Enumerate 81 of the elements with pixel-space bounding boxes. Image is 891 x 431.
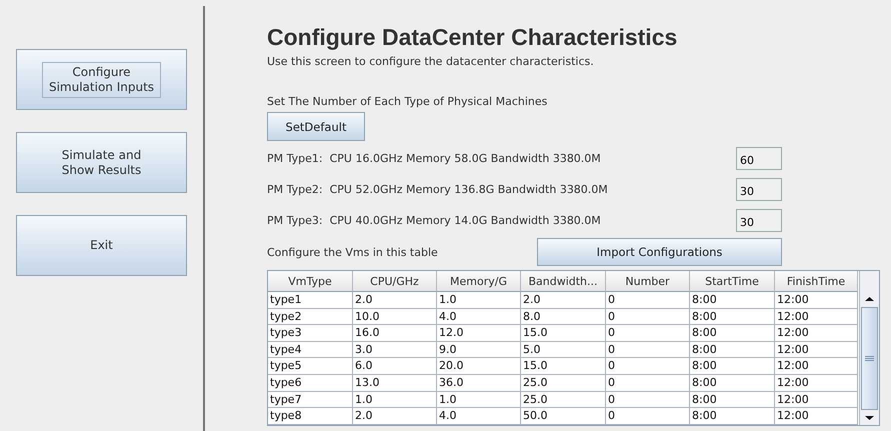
table-cell: 8:00 [690, 325, 775, 342]
scrollbar[interactable] [859, 271, 879, 425]
table-cell: 12:00 [775, 392, 858, 408]
table-cell: 8:00 [690, 358, 775, 375]
scroll-thumb[interactable] [861, 307, 878, 410]
table-cell: 0 [606, 342, 690, 358]
table-cell: 8:00 [690, 392, 775, 408]
table-cell: 2.0 [521, 292, 606, 309]
column-header[interactable]: StartTime [690, 271, 775, 292]
table-cell: 50.0 [521, 408, 606, 425]
table-cell: 12:00 [775, 408, 858, 425]
column-header[interactable]: VmType [268, 271, 353, 292]
page-subtitle: Use this screen to configure the datacenter characteristics. [267, 55, 595, 68]
table-cell: 13.0 [353, 374, 437, 392]
table-cell: 1.0 [437, 292, 521, 309]
table-cell: 12:00 [775, 308, 858, 326]
table-cell: 8:00 [690, 374, 775, 392]
table-cell: 0 [606, 325, 690, 342]
column-header[interactable]: Number [606, 271, 690, 292]
sidebar-button[interactable]: Simulate and Show Results [16, 132, 187, 193]
table-cell: 8:00 [690, 308, 775, 326]
sidebar-button[interactable]: Exit [16, 215, 187, 276]
table-cell: 16.0 [353, 325, 437, 342]
table-cell: 15.0 [521, 358, 606, 375]
table-cell: 12:00 [775, 358, 858, 375]
table-cell: type7 [268, 392, 353, 408]
table-cell: 12:00 [775, 292, 858, 309]
table-cell: 8.0 [521, 308, 606, 326]
machine-spec: PM Type2: CPU 52.0GHz Memory 136.8G Bandwidth 3380.0M [267, 183, 608, 196]
table-cell: type6 [268, 374, 353, 392]
section-label: Set The Number of Each Type of Physical Machines [267, 95, 548, 108]
table-cell: type4 [268, 342, 353, 358]
table-cell: 36.0 [437, 374, 521, 392]
table-cell: 8:00 [690, 342, 775, 358]
table-cell: type1 [268, 292, 353, 309]
column-header[interactable]: Bandwidth... [521, 271, 606, 292]
column-header[interactable]: Memory/G [437, 271, 521, 292]
machine-spec: PM Type1: CPU 16.0GHz Memory 58.0G Bandwidth 3380.0M [267, 152, 601, 165]
table-cell: type5 [268, 358, 353, 375]
table-cell: 1.0 [353, 392, 437, 408]
table-cell: 0 [606, 292, 690, 309]
table-cell: 10.0 [353, 308, 437, 326]
table-cell: 15.0 [521, 325, 606, 342]
table-cell: 2.0 [353, 292, 437, 309]
set-default-button[interactable]: SetDefault [267, 112, 365, 141]
table-cell: 12:00 [775, 325, 858, 342]
table-cell: 0 [606, 392, 690, 408]
count-field[interactable]: 30 [736, 209, 782, 232]
column-header[interactable]: CPU/GHz [353, 271, 437, 292]
table-cell: 20.0 [437, 358, 521, 375]
table-cell: 0 [606, 374, 690, 392]
grip-icon [865, 356, 874, 361]
count-field[interactable]: 60 [736, 147, 782, 170]
table-cell: 8:00 [690, 408, 775, 425]
table-cell: 2.0 [353, 408, 437, 425]
table-cell: type8 [268, 408, 353, 425]
count-field[interactable]: 30 [736, 178, 782, 201]
table-cell: 0 [606, 308, 690, 326]
section-label: Configure the Vms in this table [267, 246, 438, 258]
table-cell: 5.0 [521, 342, 606, 358]
import-button[interactable]: Import Configurations [537, 238, 782, 266]
table-cell: 25.0 [521, 374, 606, 392]
table-cell: 12:00 [775, 342, 858, 358]
table-cell: 1.0 [437, 392, 521, 408]
table-cell: 0 [606, 358, 690, 375]
table-cell: 0 [606, 408, 690, 425]
table-cell: 4.0 [437, 408, 521, 425]
table-cell: 3.0 [353, 342, 437, 358]
sidebar-button[interactable]: Configure Simulation Inputs [16, 49, 187, 110]
table-cell: 12.0 [437, 325, 521, 342]
table-cell: 9.0 [437, 342, 521, 358]
column-header[interactable]: FinishTime [775, 271, 858, 292]
table-cell: 25.0 [521, 392, 606, 408]
machine-spec: PM Type3: CPU 40.0GHz Memory 14.0G Bandwidth 3380.0M [267, 214, 601, 227]
table-cell: 6.0 [353, 358, 437, 375]
table-cell: type2 [268, 308, 353, 326]
table-cell: 8:00 [690, 292, 775, 309]
table-cell: 4.0 [437, 308, 521, 326]
table-cell: 12:00 [775, 374, 858, 392]
table-cell: type3 [268, 325, 353, 342]
page-title: Configure DataCenter Characteristics [267, 24, 678, 51]
